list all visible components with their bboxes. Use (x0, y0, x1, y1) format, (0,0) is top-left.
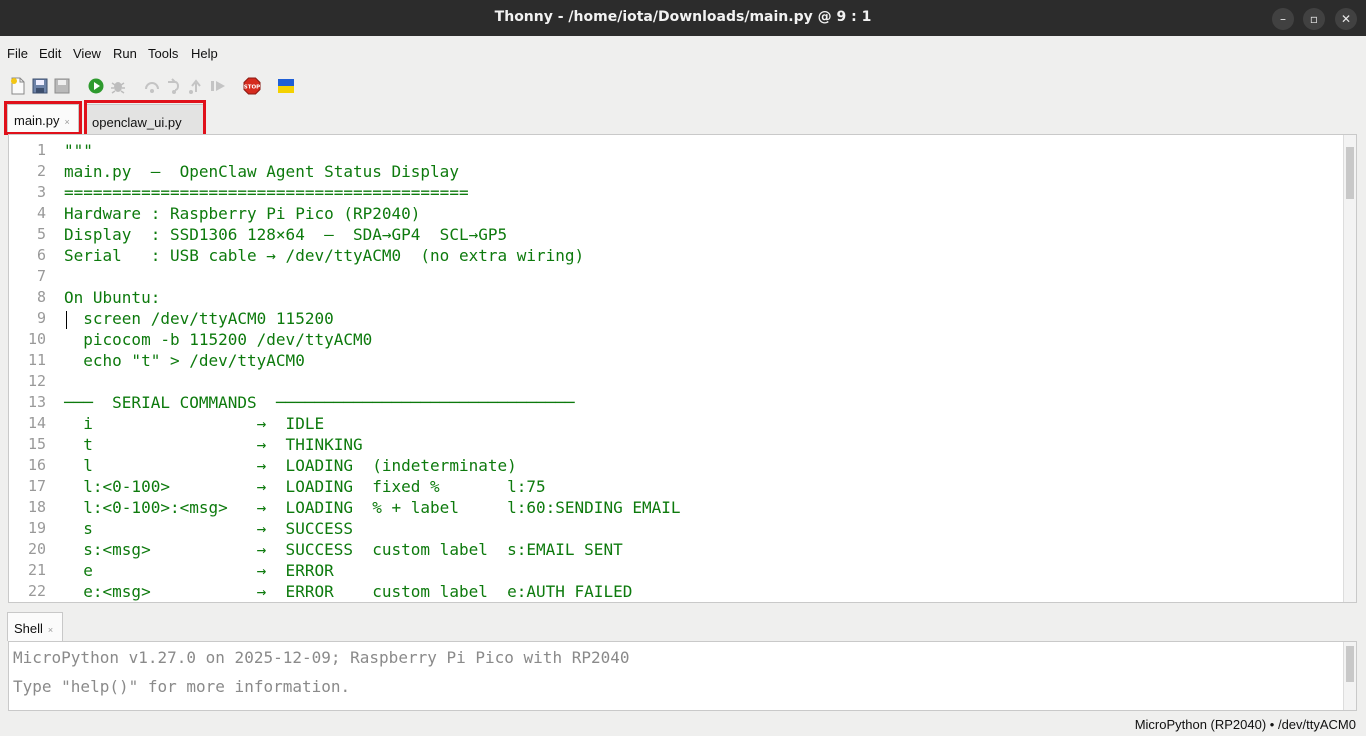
menu-tools[interactable]: Tools (148, 46, 178, 61)
toolbar: STOP (0, 72, 400, 100)
code-line[interactable]: On Ubuntu: (64, 287, 160, 308)
line-number: 13 (27, 393, 46, 411)
highlight-box-main-tab (4, 101, 82, 135)
save-file-icon[interactable] (53, 77, 71, 95)
code-line[interactable]: s → SUCCESS (64, 518, 353, 539)
shell-line: MicroPython v1.27.0 on 2025-12-09; Raspb… (13, 648, 630, 667)
open-file-icon[interactable] (31, 77, 49, 95)
code-line[interactable]: e → ERROR (64, 560, 333, 581)
menu-bar: File Edit View Run Tools Help (0, 36, 1366, 69)
run-icon[interactable] (87, 77, 105, 95)
code-line[interactable]: ─── SERIAL COMMANDS ────────────────────… (64, 392, 575, 413)
shell-line: Type "help()" for more information. (13, 677, 351, 696)
line-number: 20 (27, 540, 46, 558)
line-number: 12 (27, 372, 46, 390)
code-line[interactable]: s:<msg> → SUCCESS custom label s:EMAIL S… (64, 539, 622, 560)
line-number: 8 (36, 288, 46, 306)
code-line[interactable]: i → IDLE (64, 413, 324, 434)
line-number: 4 (36, 204, 46, 222)
code-line[interactable]: e:<msg> → ERROR custom label e:AUTH FAIL… (64, 581, 632, 602)
line-number: 2 (36, 162, 46, 180)
scrollbar-thumb[interactable] (1346, 147, 1354, 199)
ukraine-flag-icon[interactable] (277, 77, 295, 95)
step-into-icon[interactable] (165, 77, 183, 95)
menu-file[interactable]: File (7, 46, 28, 61)
menu-help[interactable]: Help (191, 46, 218, 61)
code-line[interactable]: l:<0-100> → LOADING fixed % l:75 (64, 476, 545, 497)
window-title: Thonny - /home/iota/Downloads/main.py @ … (494, 9, 872, 25)
code-line[interactable]: Display : SSD1306 128×64 – SDA→GP4 SCL→G… (64, 224, 507, 245)
shell-panel[interactable]: MicroPython v1.27.0 on 2025-12-09; Raspb… (8, 641, 1357, 711)
resume-icon[interactable] (209, 77, 227, 95)
line-number: 22 (27, 582, 46, 600)
debug-icon[interactable] (109, 77, 127, 95)
stop-icon-label: STOP (244, 85, 260, 91)
line-number: 1 (36, 141, 46, 159)
line-number: 16 (27, 456, 46, 474)
code-line[interactable]: t → THINKING (64, 434, 362, 455)
line-number: 19 (27, 519, 46, 537)
shell-prompt[interactable]: >>> (13, 704, 42, 710)
line-number: 18 (27, 498, 46, 516)
close-tab-icon[interactable]: × (48, 625, 53, 635)
interpreter-status[interactable]: MicroPython (RP2040) • /dev/ttyACM0 (1135, 717, 1356, 732)
maximize-button[interactable]: ▫ (1303, 8, 1325, 30)
tab-label: Shell (14, 621, 43, 636)
line-number: 15 (27, 435, 46, 453)
menu-run[interactable]: Run (113, 46, 137, 61)
code-line[interactable]: main.py – OpenClaw Agent Status Display (64, 161, 459, 182)
title-bar: Thonny - /home/iota/Downloads/main.py @ … (0, 0, 1366, 36)
code-line[interactable]: picocom -b 115200 /dev/ttyACM0 (64, 329, 372, 350)
line-number: 3 (36, 183, 46, 201)
line-number: 17 (27, 477, 46, 495)
editor-tabs: main.py × openclaw_ui.py (0, 100, 1366, 137)
status-bar: MicroPython (RP2040) • /dev/ttyACM0 (0, 712, 1366, 736)
text-cursor (66, 311, 67, 329)
line-number: 21 (27, 561, 46, 579)
shell-scrollbar[interactable] (1343, 642, 1356, 710)
line-number: 7 (36, 267, 46, 285)
code-line[interactable]: echo "t" > /dev/ttyACM0 (64, 350, 305, 371)
code-line[interactable]: Serial : USB cable → /dev/ttyACM0 (no ex… (64, 245, 584, 266)
tab-shell[interactable]: Shell × (7, 612, 63, 641)
line-number: 6 (36, 246, 46, 264)
new-file-icon[interactable] (9, 77, 27, 95)
code-line[interactable]: l → LOADING (indeterminate) (64, 455, 516, 476)
code-area[interactable]: """ main.py – OpenClaw Agent Status Displ… (64, 135, 1342, 602)
code-line[interactable]: Hardware : Raspberry Pi Pico (RP2040) (64, 203, 420, 224)
line-number: 5 (36, 225, 46, 243)
step-out-icon[interactable] (187, 77, 205, 95)
shell-tabs: Shell × (0, 608, 1366, 641)
line-number: 11 (27, 351, 46, 369)
line-number: 14 (27, 414, 46, 432)
code-line[interactable]: ========================================… (64, 182, 469, 203)
scrollbar-thumb[interactable] (1346, 646, 1354, 682)
line-number: 10 (27, 330, 46, 348)
line-number: 9 (36, 309, 46, 327)
menu-view[interactable]: View (73, 46, 101, 61)
code-line[interactable]: """ (64, 140, 93, 161)
code-line[interactable]: l:<0-100>:<msg> → LOADING % + label l:60… (64, 497, 680, 518)
code-line[interactable]: screen /dev/ttyACM0 115200 (64, 308, 333, 329)
stop-icon[interactable]: STOP (243, 77, 261, 95)
step-over-icon[interactable] (143, 77, 161, 95)
code-editor[interactable]: 1 2 3 4 5 6 7 8 9 10 11 12 13 14 15 16 17 18 19 20 21 22 """ m… (8, 134, 1357, 603)
highlight-box-openclaw-tab (84, 100, 206, 137)
close-window-button[interactable]: ✕ (1335, 8, 1357, 30)
line-number-gutter: 1 2 3 4 5 6 7 8 9 10 11 12 13 14 15 16 17 18 19 20 21 22 (9, 135, 55, 602)
editor-scrollbar[interactable] (1343, 135, 1356, 602)
menu-edit[interactable]: Edit (39, 46, 61, 61)
minimize-button[interactable]: – (1272, 8, 1294, 30)
